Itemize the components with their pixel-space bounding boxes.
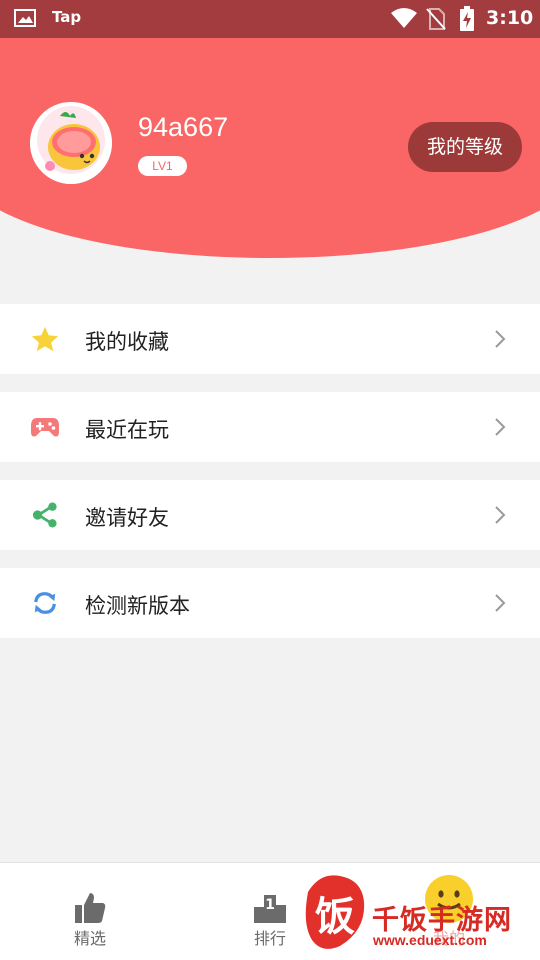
no-sim-icon [426, 8, 446, 30]
tab-label: 精选 [73, 929, 106, 948]
podium-icon: 1 [254, 895, 286, 923]
menu-item-invite-friends[interactable]: 邀请好友 [0, 480, 540, 550]
chevron-right-icon [495, 506, 506, 524]
battery-charging-icon [460, 6, 474, 31]
wifi-icon [391, 8, 417, 28]
gamepad-icon [31, 418, 59, 437]
star-icon [32, 326, 58, 352]
share-icon [32, 502, 57, 528]
menu-item-label: 我的收藏 [85, 330, 169, 354]
status-bar: Tap 3:10 [0, 0, 540, 38]
watermark-logo: 饭 [305, 875, 365, 949]
menu-item-favorites[interactable]: 我的收藏 [0, 304, 540, 374]
tab-ranking[interactable]: 1 排行 [242, 891, 298, 949]
my-level-button[interactable]: 我的等级 [408, 122, 522, 172]
level-badge: LV1 [138, 156, 187, 176]
username: 94a667 [138, 112, 229, 142]
avatar[interactable] [30, 102, 112, 184]
watermark-glyph: 饭 [315, 894, 355, 940]
menu-item-label: 检测新版本 [85, 594, 190, 618]
chevron-right-icon [495, 330, 506, 348]
thumbs-up-icon [75, 893, 106, 923]
watermark-url: www.eduext.com [373, 932, 487, 948]
podium-badge-number: 1 [265, 897, 275, 913]
profile-header: 94a667 LV1 我的等级 [0, 38, 540, 258]
menu-item-label: 邀请好友 [85, 506, 169, 530]
grapefruit-avatar-icon [30, 102, 112, 184]
refresh-icon [34, 592, 56, 614]
image-icon [14, 9, 36, 27]
status-time: 3:10 [486, 7, 534, 29]
tab-label: 排行 [253, 929, 286, 948]
tab-featured[interactable]: 精选 [62, 891, 118, 949]
menu-item-check-update[interactable]: 检测新版本 [0, 568, 540, 638]
notification-app-name: Tap [52, 8, 82, 26]
chevron-right-icon [495, 418, 506, 436]
menu-item-recently-played[interactable]: 最近在玩 [0, 392, 540, 462]
chevron-right-icon [495, 594, 506, 612]
site-watermark: 饭 千饭手游网 www.eduext.com [300, 868, 540, 960]
menu-item-label: 最近在玩 [85, 418, 169, 442]
